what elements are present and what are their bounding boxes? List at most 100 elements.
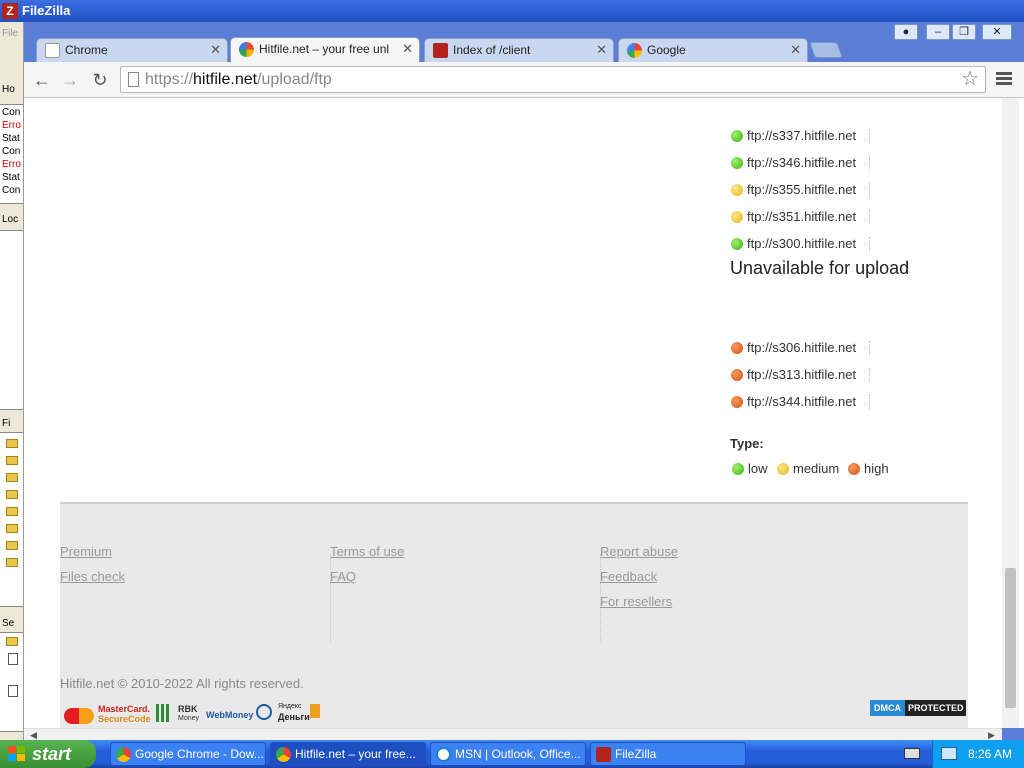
footer-link-resellers[interactable]: For resellers bbox=[600, 594, 672, 609]
server-item[interactable]: ftp://s306.hitfile.net bbox=[731, 339, 856, 357]
vertical-scrollbar[interactable] bbox=[1002, 98, 1019, 728]
taskbar-item-label: Hitfile.net – your free... bbox=[295, 747, 416, 761]
status-dot-icon bbox=[731, 157, 743, 169]
filezilla-host-label: Ho bbox=[2, 84, 15, 95]
tab-hitfile[interactable]: Hitfile.net – your free unlimited ✕ bbox=[230, 37, 420, 63]
footer-link-premium[interactable]: Premium bbox=[60, 544, 112, 559]
bookmark-star-icon[interactable]: ☆ bbox=[961, 67, 979, 92]
server-name: ftp://s344.hitfile.net bbox=[747, 394, 857, 409]
scrollbar-thumb[interactable] bbox=[1005, 568, 1016, 708]
tab-index-client[interactable]: Index of /client ✕ bbox=[424, 38, 614, 62]
site-footer: Premium Files check Terms of use FAQ Rep… bbox=[60, 502, 968, 728]
clock: 8:26 AM bbox=[967, 747, 1012, 761]
server-item[interactable]: ftp://s355.hitfile.net bbox=[731, 181, 856, 199]
browser-toolbar: ← → ↻ https://hitfile.net/upload/ftp ☆ bbox=[24, 62, 1024, 98]
network-icon[interactable] bbox=[941, 747, 957, 760]
status-dot-icon bbox=[848, 463, 860, 475]
filezilla-file-list[interactable] bbox=[0, 432, 23, 607]
chrome-icon bbox=[276, 747, 291, 762]
taskbar-item-chrome-download[interactable]: Google Chrome - Dow... bbox=[110, 742, 266, 766]
folder-icon bbox=[6, 558, 18, 567]
legend-high: high bbox=[848, 460, 889, 478]
status-dot-icon bbox=[731, 369, 743, 381]
system-tray: 8:26 AM bbox=[932, 740, 1024, 768]
tab-chrome[interactable]: Chrome ✕ bbox=[36, 38, 228, 62]
status-dot-icon bbox=[731, 184, 743, 196]
close-icon[interactable]: ✕ bbox=[596, 39, 607, 61]
chrome-window: Chrome ✕ Hitfile.net – your free unlimit… bbox=[24, 22, 1024, 740]
ie-icon bbox=[436, 747, 451, 762]
filezilla-icon bbox=[596, 747, 611, 762]
logo-text: MasterCard. bbox=[98, 704, 151, 714]
back-button[interactable]: ← bbox=[30, 68, 54, 92]
server-item[interactable]: ftp://s300.hitfile.net bbox=[731, 235, 856, 253]
status-dot-icon bbox=[731, 211, 743, 223]
user-profile-button[interactable]: ● bbox=[894, 24, 918, 40]
divider bbox=[869, 129, 870, 143]
logo-text: Money bbox=[178, 715, 200, 722]
log-line: Con bbox=[2, 107, 21, 118]
footer-link-faq[interactable]: FAQ bbox=[330, 569, 356, 584]
footer-link-report-abuse[interactable]: Report abuse bbox=[600, 544, 678, 559]
chrome-icon bbox=[116, 747, 131, 762]
log-line: Erro bbox=[2, 159, 21, 170]
server-item[interactable]: ftp://s351.hitfile.net bbox=[731, 208, 856, 226]
legend-label: low bbox=[748, 461, 768, 476]
server-item[interactable]: ftp://s337.hitfile.net bbox=[731, 127, 856, 145]
address-bar[interactable]: https://hitfile.net/upload/ftp ☆ bbox=[120, 66, 986, 93]
close-icon[interactable]: ✕ bbox=[790, 39, 801, 61]
filezilla-window-edge[interactable]: File Ho Con Erro Stat Con Erro Stat Con … bbox=[0, 22, 24, 740]
taskbar-item-msn[interactable]: MSN | Outlook, Office... bbox=[430, 742, 586, 766]
url-scheme: https:// bbox=[145, 71, 194, 88]
tab-label: Hitfile.net – your free unlimited bbox=[259, 42, 389, 56]
new-tab-button[interactable] bbox=[809, 42, 843, 58]
rbk-icon bbox=[156, 704, 170, 722]
tab-label: Chrome bbox=[65, 43, 108, 57]
footer-link-terms[interactable]: Terms of use bbox=[330, 544, 404, 559]
close-icon[interactable]: ✕ bbox=[402, 38, 413, 60]
log-line: Erro bbox=[2, 120, 21, 131]
horizontal-scrollbar[interactable]: ◀ ▶ bbox=[24, 728, 1002, 740]
close-icon[interactable]: ✕ bbox=[210, 39, 221, 61]
page-viewport[interactable]: ftp://s337.hitfile.net ftp://s346.hitfil… bbox=[24, 98, 1024, 728]
logo-text: Яндекс bbox=[278, 703, 302, 710]
keyboard-icon[interactable] bbox=[904, 748, 920, 759]
filezilla-menu-file[interactable]: File bbox=[2, 28, 18, 39]
start-button[interactable]: start bbox=[0, 740, 96, 768]
server-name: ftp://s306.hitfile.net bbox=[747, 340, 857, 355]
filezilla-local-label: Loc bbox=[2, 214, 19, 225]
taskbar-item-filezilla[interactable]: FileZilla bbox=[590, 742, 746, 766]
server-item[interactable]: ftp://s344.hitfile.net bbox=[731, 393, 856, 411]
server-name: ftp://s313.hitfile.net bbox=[747, 367, 857, 382]
server-item[interactable]: ftp://s346.hitfile.net bbox=[731, 154, 856, 172]
webmoney-globe-icon bbox=[256, 704, 272, 720]
divider bbox=[869, 395, 870, 409]
tab-label: Google bbox=[647, 43, 686, 57]
taskbar-item-label: FileZilla bbox=[615, 747, 657, 761]
status-dot-icon bbox=[731, 396, 743, 408]
mastercard-icon bbox=[64, 708, 94, 724]
tab-google[interactable]: Google ✕ bbox=[618, 38, 808, 62]
footer-link-feedback[interactable]: Feedback bbox=[600, 569, 657, 584]
filezilla-log-pane[interactable]: Con Erro Stat Con Erro Stat Con bbox=[0, 104, 23, 204]
minimize-button[interactable]: – bbox=[926, 24, 950, 40]
filezilla-remote-list[interactable] bbox=[0, 632, 23, 732]
folder-icon bbox=[6, 524, 18, 533]
chrome-menu-button[interactable] bbox=[994, 70, 1014, 90]
server-item[interactable]: ftp://s313.hitfile.net bbox=[731, 366, 856, 384]
filezilla-filename-label: Fi bbox=[2, 418, 11, 429]
server-name: ftp://s300.hitfile.net bbox=[747, 236, 857, 251]
close-window-button[interactable]: ✕ bbox=[982, 24, 1012, 40]
start-label: start bbox=[32, 744, 72, 764]
filezilla-title-bar[interactable]: Z FileZilla bbox=[0, 0, 1024, 22]
dmca-badge[interactable]: DMCA PROTECTED bbox=[870, 700, 966, 716]
file-icon bbox=[8, 653, 18, 665]
restore-button[interactable]: ❐ bbox=[952, 24, 976, 40]
file-icon bbox=[8, 685, 18, 697]
reload-button[interactable]: ↻ bbox=[88, 68, 112, 92]
taskbar-item-hitfile[interactable]: Hitfile.net – your free... bbox=[270, 742, 426, 766]
filezilla-local-tree[interactable] bbox=[0, 230, 23, 410]
forward-button[interactable]: → bbox=[58, 68, 82, 92]
logo-text: Деньги bbox=[278, 712, 310, 722]
footer-link-files-check[interactable]: Files check bbox=[60, 569, 125, 584]
